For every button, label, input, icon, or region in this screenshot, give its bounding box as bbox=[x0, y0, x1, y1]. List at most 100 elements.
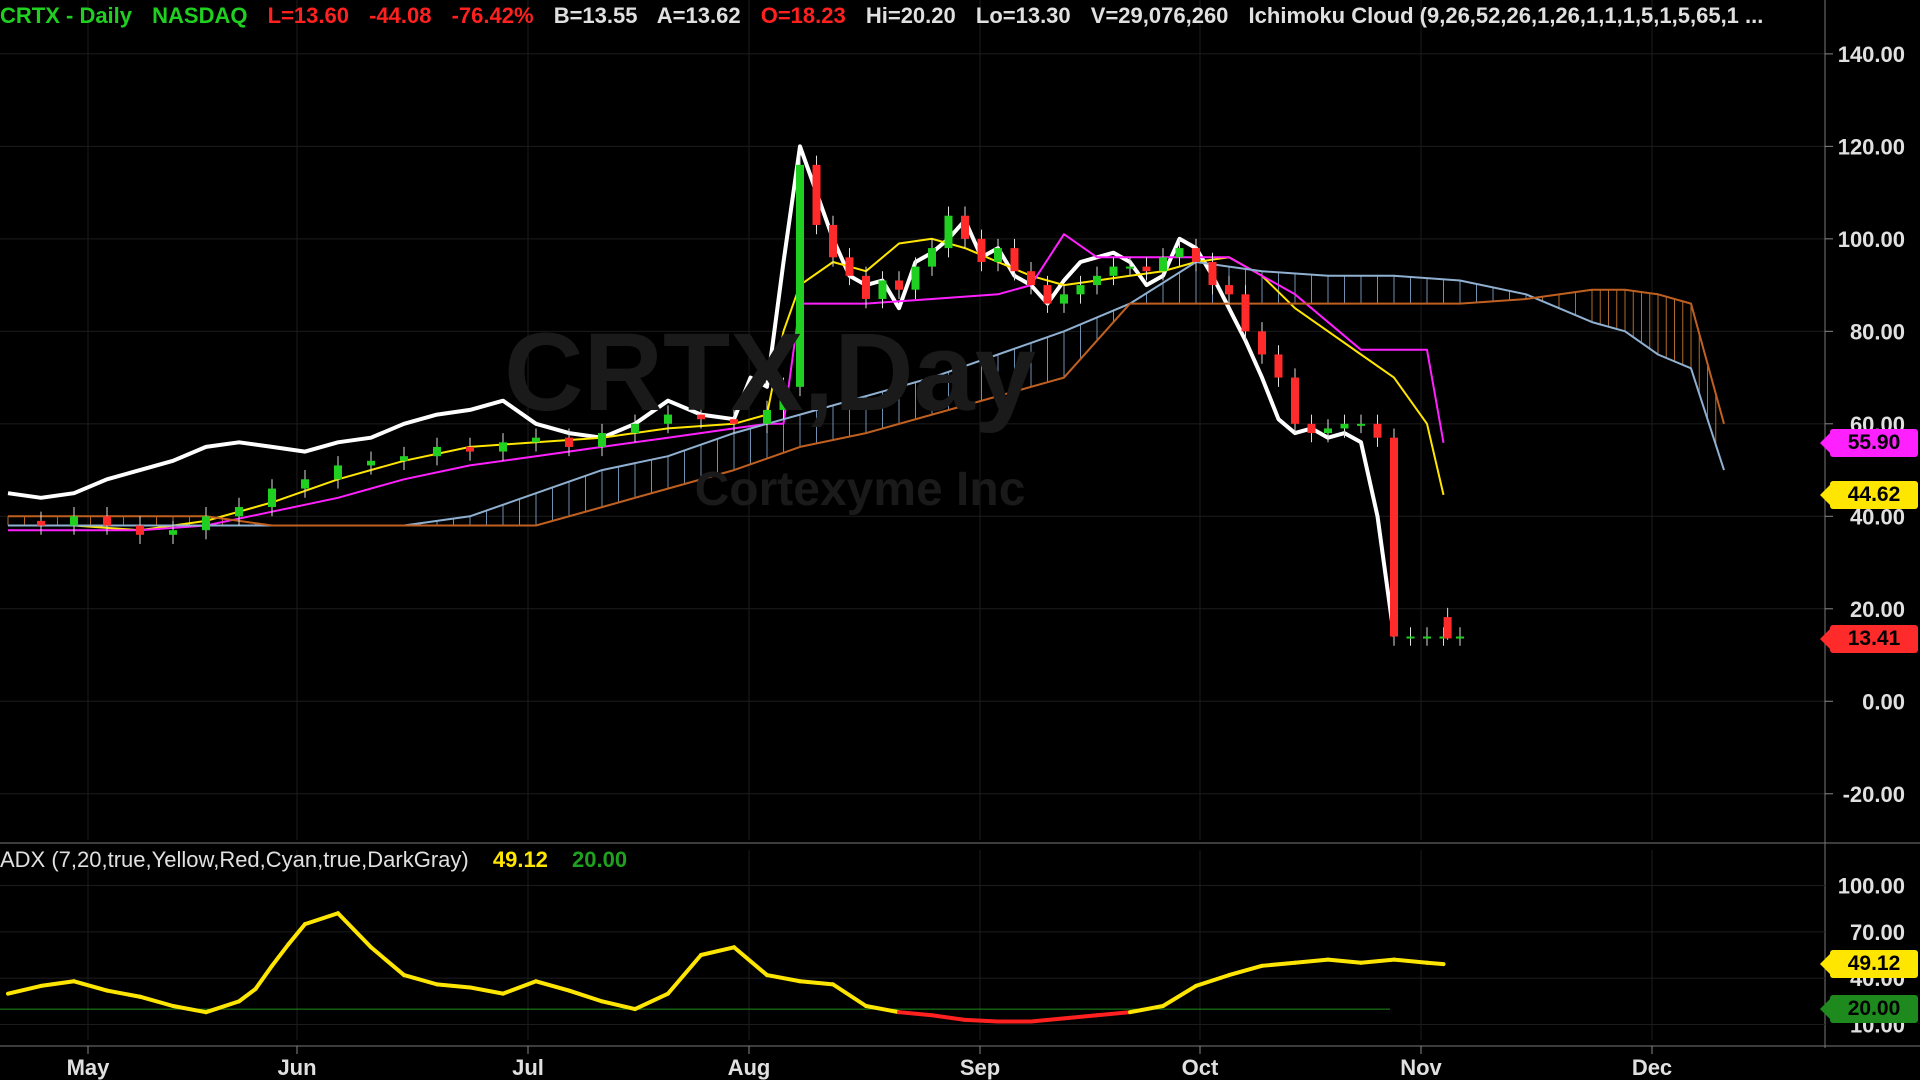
candle-body bbox=[1109, 266, 1118, 276]
change-value: -44.08 bbox=[369, 3, 432, 28]
exchange-label: NASDAQ bbox=[152, 3, 248, 28]
last-price: L=13.60 bbox=[267, 3, 349, 28]
adx-segment bbox=[963, 1017, 1000, 1024]
adx-segment bbox=[253, 963, 274, 991]
candle-body bbox=[103, 516, 111, 526]
adx-header: ADX (7,20,true,Yellow,Red,Cyan,true,Dark… bbox=[0, 844, 645, 876]
adx-segment bbox=[534, 979, 571, 993]
candle-body bbox=[136, 525, 144, 535]
price-tag: 13.41 bbox=[1820, 625, 1918, 654]
adx-segment bbox=[270, 942, 291, 968]
candle-body bbox=[829, 224, 837, 258]
candle-body bbox=[961, 215, 969, 239]
adx-segment bbox=[6, 983, 43, 996]
month-label: Jun bbox=[277, 1055, 316, 1080]
candle-body bbox=[202, 516, 210, 531]
price-tick-label: 100.00 bbox=[1838, 227, 1905, 252]
candle-body bbox=[268, 488, 276, 508]
candle-body bbox=[1340, 423, 1349, 429]
watermark-symbol: CRTX,Day bbox=[504, 311, 1036, 434]
adx-segment bbox=[1194, 973, 1231, 988]
candle-body bbox=[944, 215, 953, 249]
month-label: Oct bbox=[1182, 1055, 1219, 1080]
adx-segment bbox=[402, 973, 439, 987]
adx-segment bbox=[138, 994, 175, 1008]
adx-segment bbox=[105, 988, 142, 999]
grid bbox=[0, 0, 1825, 1040]
volume-value: V=29,076,260 bbox=[1090, 3, 1229, 28]
month-label: May bbox=[67, 1055, 111, 1080]
candle-body bbox=[1357, 423, 1365, 426]
price-tick-label: -20.00 bbox=[1843, 782, 1905, 807]
candle-body bbox=[994, 248, 1002, 262]
open-value: O=18.23 bbox=[760, 3, 846, 28]
adx-segment bbox=[39, 979, 76, 988]
candle-body bbox=[1208, 261, 1217, 286]
candle-body bbox=[812, 164, 821, 225]
symbol-label[interactable]: CRTX - Daily bbox=[0, 3, 132, 28]
adx-segment bbox=[336, 911, 373, 950]
candle-body bbox=[1043, 285, 1052, 304]
adx-tick-label: 70.00 bbox=[1850, 920, 1905, 945]
candle-body bbox=[911, 266, 920, 290]
candle-body bbox=[1093, 275, 1101, 286]
candle-body bbox=[1010, 248, 1019, 272]
low-value: Lo=13.30 bbox=[975, 3, 1071, 28]
adx-segment bbox=[435, 982, 472, 990]
candle-body bbox=[1126, 266, 1134, 269]
candle-body bbox=[499, 442, 507, 452]
candle-body bbox=[928, 248, 936, 267]
candle-body bbox=[70, 516, 78, 526]
adx-segment bbox=[831, 982, 868, 1008]
adx-segment bbox=[303, 911, 340, 927]
adx-segment bbox=[567, 988, 604, 1004]
adx-segment bbox=[1425, 960, 1446, 967]
price-tag: 44.62 bbox=[1820, 480, 1918, 509]
adx-segment bbox=[204, 999, 241, 1015]
candle-body bbox=[334, 465, 342, 480]
price-tick-label: 0.00 bbox=[1862, 689, 1905, 714]
adx-segment bbox=[468, 985, 505, 996]
month-label: Jul bbox=[512, 1055, 544, 1080]
chart-header: CRTX - Daily NASDAQ L=13.60 -44.08 -76.4… bbox=[0, 0, 1777, 32]
adx-segment bbox=[930, 1013, 967, 1022]
candle-body bbox=[1241, 294, 1250, 332]
adx-segment bbox=[798, 979, 835, 987]
candle-body bbox=[1225, 285, 1233, 295]
adx-segment bbox=[1359, 957, 1396, 965]
candle-body bbox=[1027, 271, 1035, 286]
high-value: Hi=20.20 bbox=[865, 3, 956, 28]
adx-label[interactable]: ADX (7,20,true,Yellow,Red,Cyan,true,Dark… bbox=[0, 847, 469, 872]
adx-tick-label: 100.00 bbox=[1838, 873, 1905, 898]
adx-segment bbox=[1392, 957, 1429, 965]
chart-canvas: 140.00120.00100.0080.0060.0040.0020.000.… bbox=[0, 0, 1920, 1080]
axes: 140.00120.00100.0080.0060.0040.0020.000.… bbox=[0, 0, 1920, 1080]
adx-segment bbox=[600, 999, 637, 1012]
candle-body bbox=[1291, 377, 1299, 424]
candle-body bbox=[37, 520, 45, 526]
adx-segment bbox=[633, 991, 670, 1012]
candle-body bbox=[1142, 266, 1151, 272]
candle-body bbox=[598, 433, 606, 447]
candle-body bbox=[235, 507, 243, 517]
ask-value: A=13.62 bbox=[656, 3, 741, 28]
candle-body bbox=[1406, 636, 1415, 639]
adx-segment bbox=[237, 987, 258, 1004]
candle-body bbox=[1076, 285, 1085, 295]
candle-body bbox=[1192, 248, 1200, 262]
candle-body bbox=[845, 257, 854, 276]
price-tick-label: 120.00 bbox=[1838, 134, 1905, 159]
adx-tag: 20.00 bbox=[1820, 995, 1918, 1024]
candle-body bbox=[895, 280, 903, 290]
adx-segment bbox=[1293, 957, 1330, 965]
candle-body bbox=[862, 275, 870, 299]
candle-body bbox=[1324, 428, 1332, 434]
adx-segment bbox=[72, 979, 109, 993]
month-label: Sep bbox=[960, 1055, 1000, 1080]
study-label[interactable]: Ichimoku Cloud (9,26,52,26,1,26,1,1,1,5,… bbox=[1249, 3, 1764, 28]
price-tick-label: 140.00 bbox=[1838, 42, 1905, 67]
candle-body bbox=[169, 530, 177, 535]
adx-segment bbox=[732, 945, 769, 978]
price-tick-label: 80.00 bbox=[1850, 319, 1905, 344]
watermark-company: Cortexyme Inc bbox=[695, 463, 1026, 516]
